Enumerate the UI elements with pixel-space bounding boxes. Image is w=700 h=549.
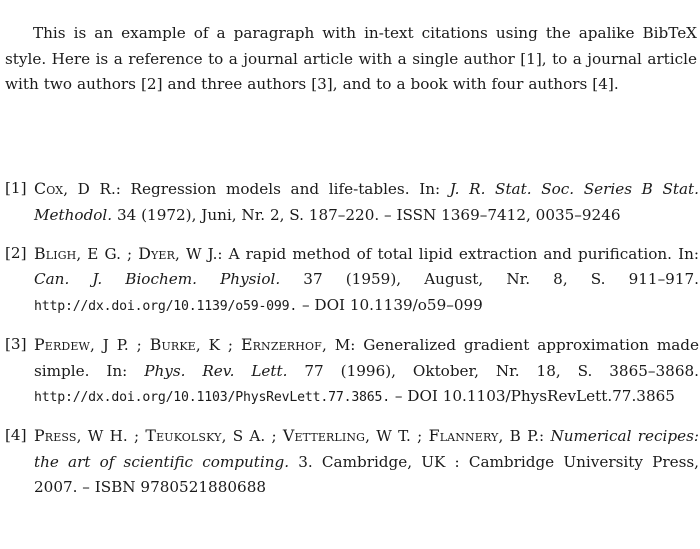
author-initials-2: , W J.: (175, 244, 223, 263)
citation-label-2: [2] (5, 243, 27, 262)
doi-url-link[interactable]: http://dx.doi.org/10.1139/o59-099. (34, 299, 297, 314)
entry-details-pre: 37 (1959), August, Nr. 8, S. 911–917. (280, 270, 700, 289)
author-name-smallcaps-3: Vetterling (282, 426, 366, 446)
author-name-smallcaps-3: Ernzerhof (240, 334, 322, 354)
bibliography-list: [1] Cox, D R.: Regression models and lif… (5, 176, 699, 501)
author-name-smallcaps-2: Burke (149, 334, 196, 354)
bibliography-entry-1: [1] Cox, D R.: Regression models and lif… (5, 176, 699, 228)
author-name-smallcaps-4: Flannery (428, 426, 499, 446)
author-name-smallcaps-2: Dyer (138, 243, 176, 263)
author-initials-1: , J P. ; (90, 335, 150, 354)
bibliography-entry-4-body: Press, W H. ; Teukolsky, S A. ; Vetterli… (34, 423, 699, 501)
author-name-smallcaps: Cox (34, 179, 64, 198)
bibliography-entry-2: [2] Bligh, E G. ; Dyer, W J.: A rapid me… (5, 241, 699, 320)
bibliography-entry-4: [4] Press, W H. ; Teukolsky, S A. ; Vett… (5, 423, 699, 501)
author-initials-3: , W T. ; (365, 427, 429, 446)
entry-details-post: – DOI 10.1103/PhysRevLett.77.3865 (390, 387, 675, 406)
citation-label-3: [3] (5, 334, 27, 353)
author-name-smallcaps-1: Press (34, 426, 77, 446)
bibliography-entry-1-body: Cox, D R.: Regression models and life-ta… (34, 176, 699, 228)
entry-title: A rapid method of total lipid extraction… (222, 244, 699, 263)
intro-paragraph: This is an example of a paragraph with i… (5, 21, 697, 98)
bibliography-entry-3-body: Perdew, J P. ; Burke, K ; Ernzerhof, M: … (34, 332, 699, 411)
entry-details: 34 (1972), Juni, Nr. 2, S. 187–220. – IS… (112, 205, 621, 224)
author-name-smallcaps-2: Teukolsky (145, 426, 222, 446)
entry-title: Regression models and life-tables. In: (120, 180, 450, 198)
journal-title: Can. J. Biochem. Physiol. (34, 270, 281, 289)
author-name-smallcaps-1: Perdew (34, 334, 90, 354)
document-page: This is an example of a paragraph with i… (0, 0, 700, 549)
intro-paragraph-text: This is an example of a paragraph with i… (5, 24, 697, 94)
author-name-smallcaps-1: Bligh (34, 243, 77, 263)
author-initials-1: , E G. ; (76, 244, 139, 263)
bibliography-entry-3: [3] Perdew, J P. ; Burke, K ; Ernzerhof,… (5, 332, 699, 411)
author-initials-4: , B P.: (498, 427, 551, 446)
author-initials-2: , K ; (195, 335, 241, 354)
journal-title: Phys. Rev. Lett. (144, 361, 288, 380)
bibliography-entry-2-body: Bligh, E G. ; Dyer, W J.: A rapid method… (34, 241, 699, 320)
doi-url-link[interactable]: http://dx.doi.org/10.1103/PhysRevLett.77… (34, 390, 390, 405)
entry-details-pre: 77 (1996), Oktober, Nr. 18, S. 3865–3868… (287, 361, 699, 380)
author-initials-1: , W H. ; (76, 427, 146, 446)
entry-details-post: – DOI 10.1139/o59–099 (297, 295, 483, 314)
citation-label-1: [1] (5, 179, 27, 197)
author-initials-3: , M: (321, 335, 356, 354)
author-initials-2: , S A. ; (221, 427, 283, 446)
citation-label-4: [4] (5, 426, 27, 445)
author-initials: , D R.: (63, 180, 121, 198)
